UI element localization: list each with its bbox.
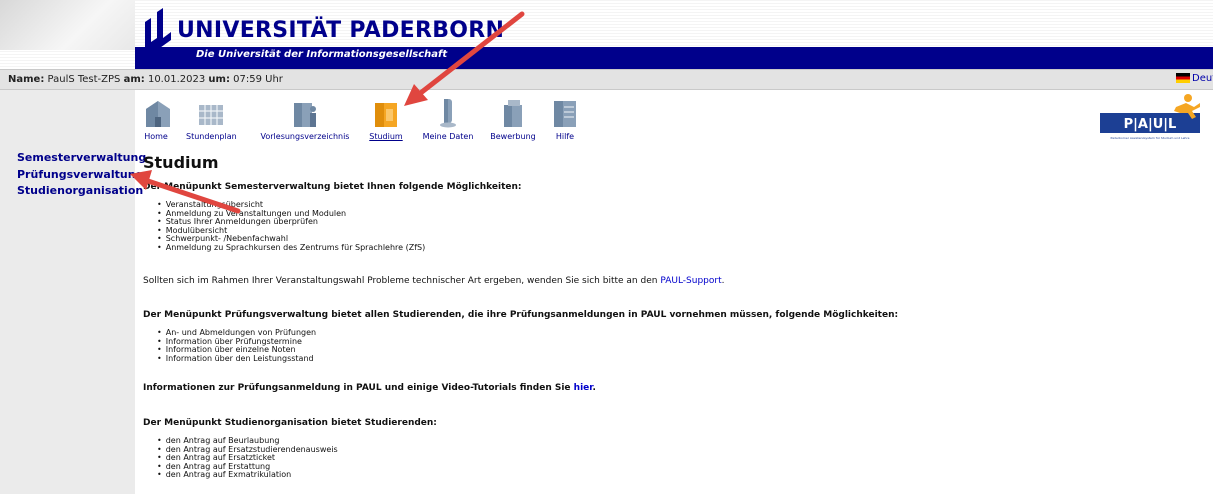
annotation-arrows	[130, 11, 525, 214]
arrow-to-pruefungsverwaltung	[130, 170, 241, 214]
arrow-to-studium	[404, 11, 525, 106]
